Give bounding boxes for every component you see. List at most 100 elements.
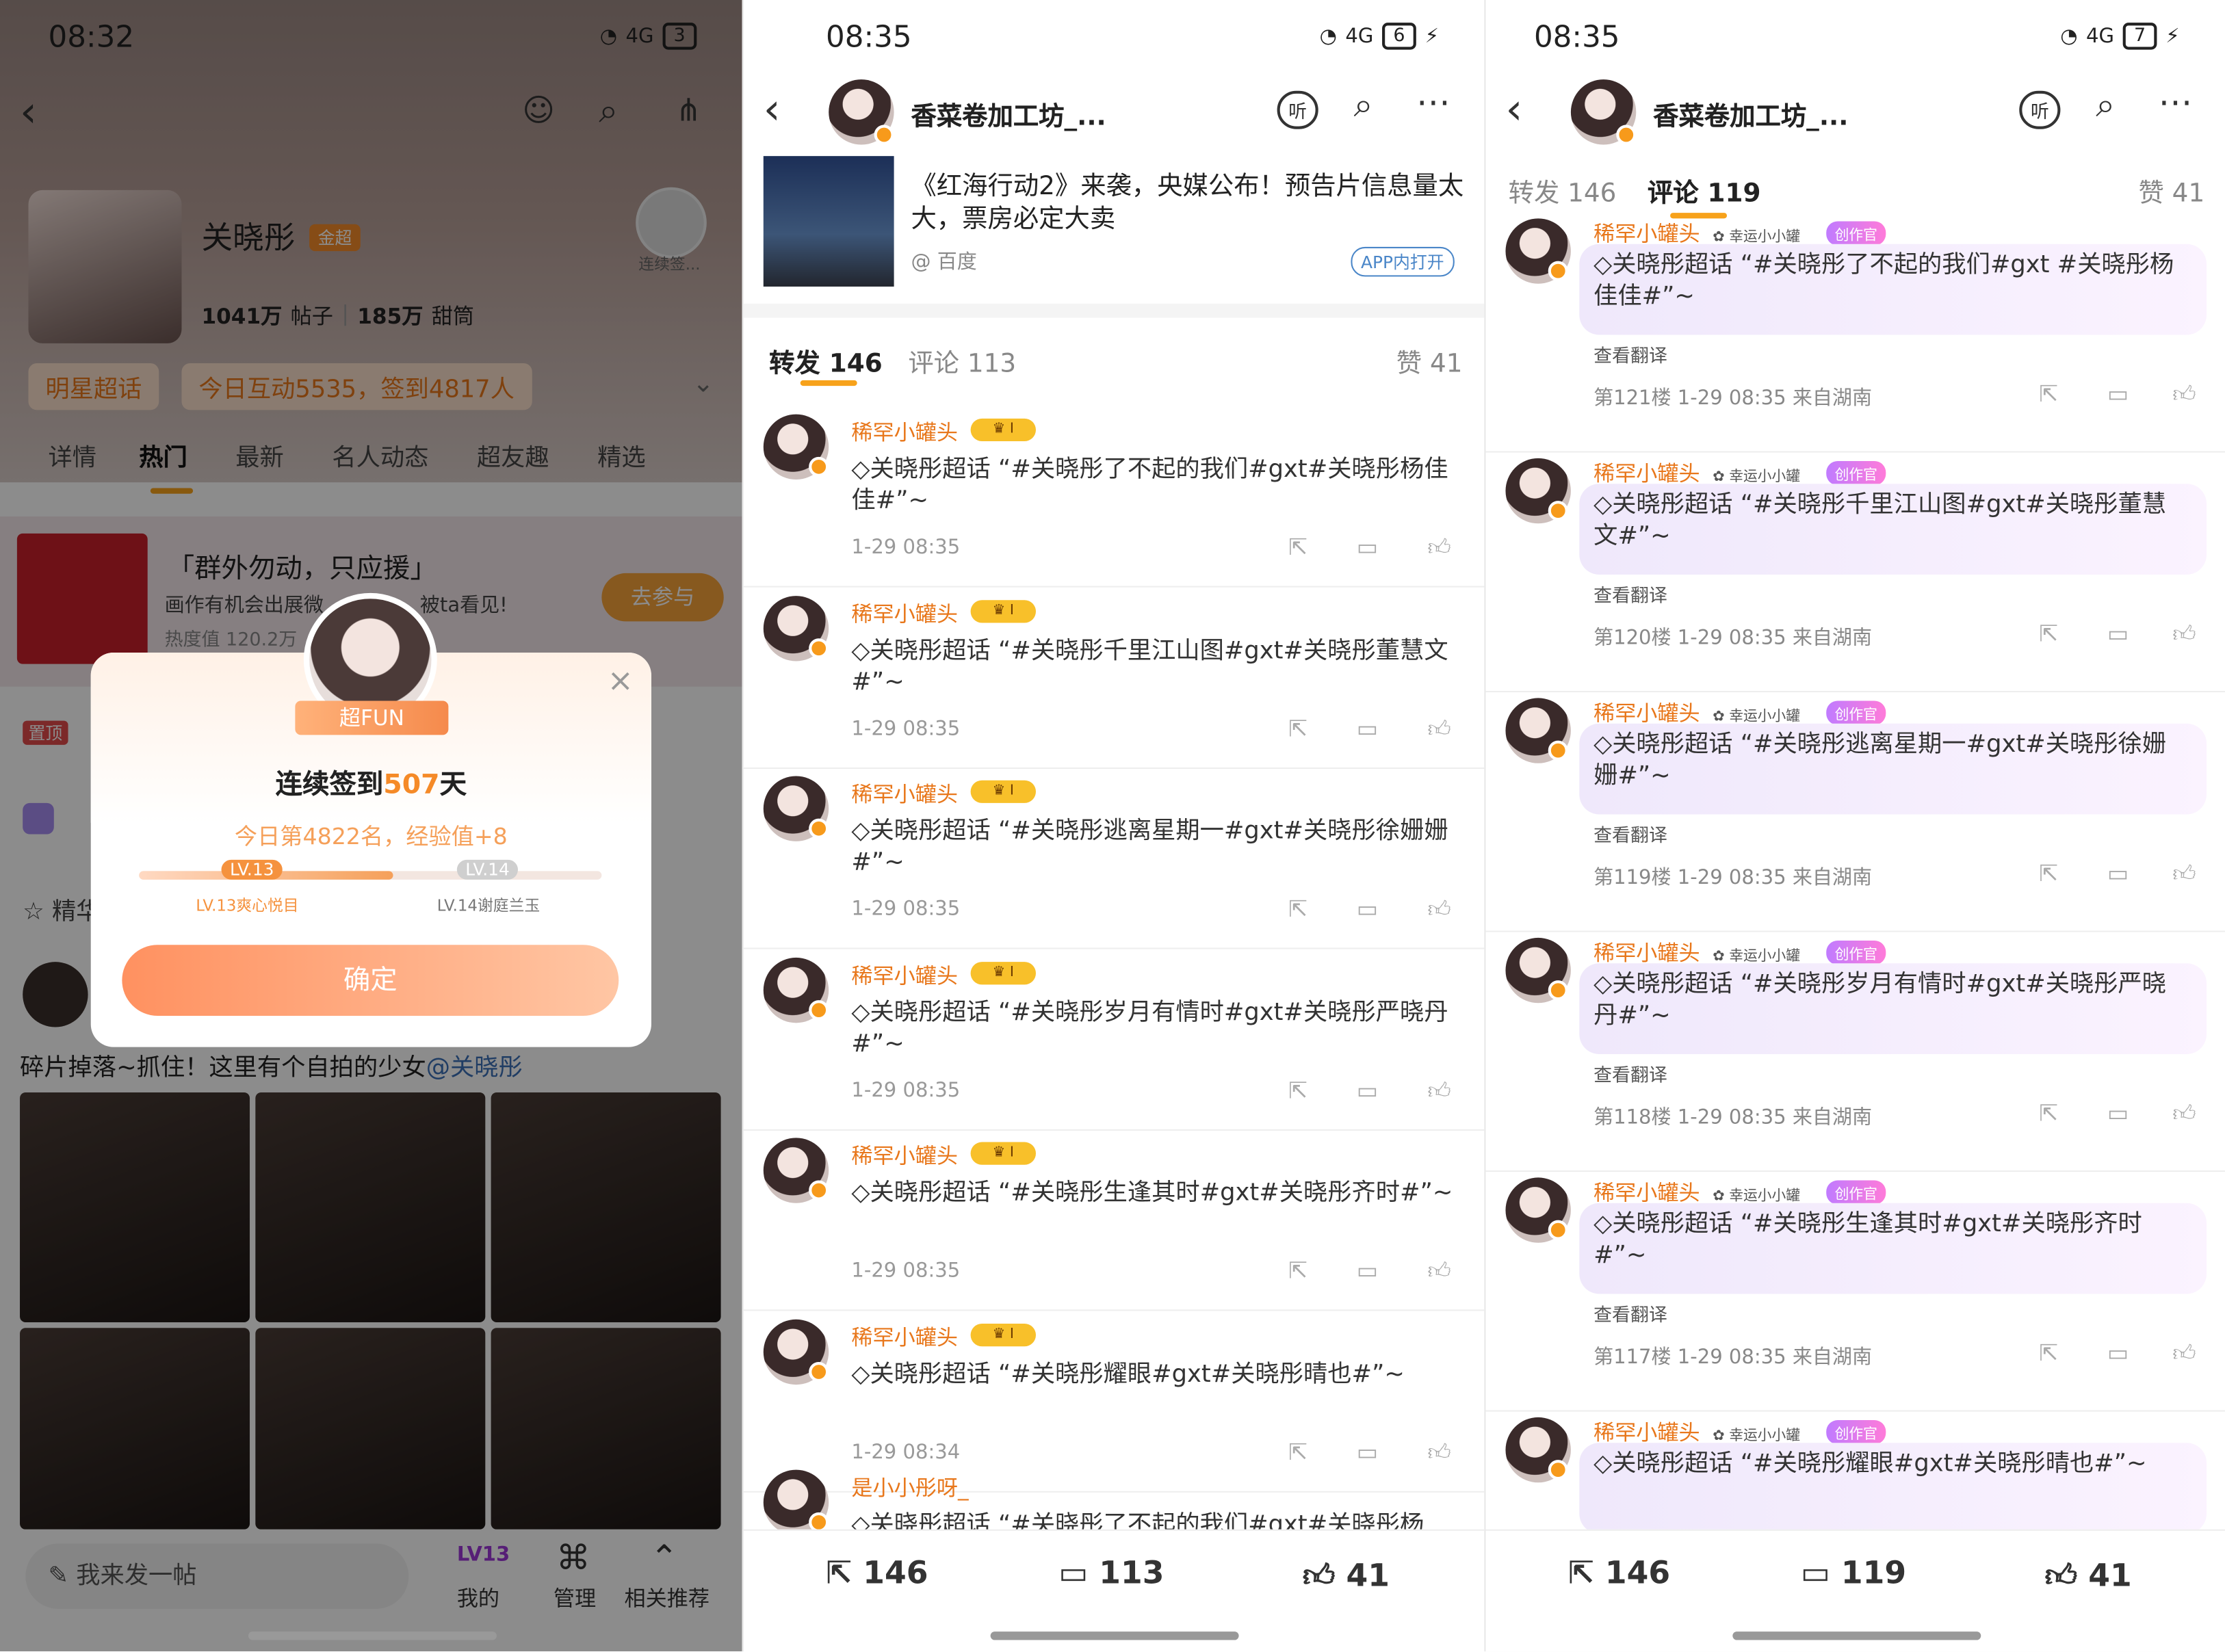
panel-reposts: 08:35 ◔ 4G 6 ⚡ ‹ 香菜卷加工坊_... 听 ⌕ ⋯ 《红海行动2》来袭… (742, 0, 1485, 1652)
listen-icon[interactable]: 听 (2019, 90, 2061, 129)
comment-text: ◇关晓彤超话 “#关晓彤了不起的我们#gxt #关晓彤杨佳佳#”~ (1593, 250, 2189, 312)
like-action[interactable]: 👍︎ 41 (1303, 1556, 1390, 1595)
repost-item[interactable]: 稀罕小罐头 ♛ I ◇关晓彤超话 “#关晓彤千里江山图#gxt#关晓彤董慧文#”~ 1… (743, 588, 1485, 770)
thumb-up-icon[interactable]: 👍︎ (1427, 1077, 1451, 1105)
comment-action[interactable]: ▭ 113 (1058, 1556, 1164, 1592)
comment-icon[interactable]: ▭ (1357, 1077, 1378, 1103)
repost-user[interactable]: 稀罕小罐头 (851, 417, 958, 447)
reply-icon[interactable]: ▭ (2107, 860, 2129, 887)
thumb-up-icon: 👍︎ (1302, 1559, 1336, 1595)
like-count: 41 (1346, 1559, 1390, 1595)
topic-icon: ◇ (851, 1179, 870, 1207)
crown-badge-icon: ♛ I (970, 962, 1037, 985)
tab-reposts[interactable]: 转发 146 (769, 343, 883, 380)
tab-likes[interactable]: 赞 41 (2138, 173, 2204, 210)
share-icon[interactable]: ⇱ (1288, 1077, 1307, 1103)
verified-icon (1548, 1460, 1568, 1480)
comment-icon[interactable]: ▭ (1357, 715, 1378, 742)
open-in-app-button[interactable]: APP内打开 (1351, 246, 1455, 277)
comment-item[interactable]: 稀罕小罐头 ✿ 幸运小小罐 创作官 ◇关晓彤超话 “#关晓彤生逢其时#gxt#关晓彤齐… (1485, 1172, 2225, 1412)
comment-item[interactable]: 稀罕小罐头 ✿ 幸运小小罐 创作官 ◇关晓彤超话 “#关晓彤千里江山图#gxt#关晓彤… (1485, 453, 2225, 693)
comment-icon[interactable]: ▭ (1357, 895, 1378, 922)
like-action[interactable]: 👍︎ 41 (2045, 1556, 2132, 1595)
verified-icon (809, 456, 829, 477)
thumb-up-icon[interactable]: 👍︎ (1427, 895, 1451, 923)
fan-label: 幸运小小罐 (1729, 709, 1801, 725)
repost-user[interactable]: 稀罕小罐头 (851, 1322, 958, 1352)
more-icon[interactable]: ⋯ (2159, 82, 2193, 122)
listen-icon[interactable]: 听 (1277, 90, 1318, 129)
tab-likes[interactable]: 赞 41 (1396, 343, 1463, 380)
thumb-up-icon[interactable]: 👍︎ (1427, 715, 1451, 743)
translate-link[interactable]: 查看翻译 (1593, 1060, 1667, 1087)
back-icon[interactable]: ‹ (764, 85, 781, 135)
thumb-up-icon[interactable]: 👍︎ (2172, 1339, 2196, 1367)
comment-meta: 第120楼 1-29 08:35 来自湖南 (1593, 627, 1873, 650)
repost-item[interactable]: 稀罕小罐头 ♛ I ◇关晓彤超话 “#关晓彤岁月有情时#gxt#关晓彤严晓丹#”~ 1… (743, 949, 1485, 1131)
comment-item[interactable]: 稀罕小罐头 ✿ 幸运小小罐 创作官 ◇关晓彤超话 “#关晓彤岁月有情时#gxt#关晓彤… (1485, 932, 2225, 1172)
comment-action[interactable]: ▭ 119 (1801, 1556, 1906, 1592)
repost-user[interactable]: 是小小彤呀_ (851, 1473, 968, 1503)
thumb-up-icon[interactable]: 👍︎ (1427, 534, 1451, 562)
close-icon[interactable]: × (608, 664, 634, 700)
repost-user[interactable]: 稀罕小罐头 (851, 779, 958, 809)
translate-link[interactable]: 查看翻译 (1593, 580, 1667, 607)
wifi-icon: ◔ (2060, 25, 2078, 48)
comment-text-body: 关晓彤超话 “#关晓彤岁月有情时#gxt#关晓彤严晓丹#”~ (1593, 970, 2167, 1030)
repost-user[interactable]: 稀罕小罐头 (851, 960, 958, 991)
crown-badge-icon: ♛ I (970, 780, 1037, 803)
repost-item[interactable]: 稀罕小罐头 ♛ I ◇关晓彤超话 “#关晓彤生逢其时#gxt#关晓彤齐时#”~ 1-2… (743, 1129, 1485, 1311)
status-icons: ◔ 4G 7 ⚡ (2060, 23, 2180, 50)
thumb-up-icon[interactable]: 👍︎ (2172, 380, 2196, 408)
tab-reposts[interactable]: 转发 146 (1509, 173, 1617, 210)
fan-badge: ✿ 幸运小小罐 (1713, 704, 1800, 725)
repost-text-body: 关晓彤超话 “#关晓彤千里江山图#gxt#关晓彤董慧文#”~ (851, 637, 1448, 697)
repost-item[interactable]: 稀罕小罐头 ♛ I ◇关晓彤超话 “#关晓彤了不起的我们#gxt#关晓彤杨佳佳#”~… (743, 406, 1485, 588)
account-name[interactable]: 香菜卷加工坊_... (911, 96, 1106, 133)
share-icon[interactable]: ⇱ (2039, 380, 2058, 407)
search-icon[interactable]: ⌕ (2096, 85, 2115, 124)
reply-icon[interactable]: ▭ (2107, 1339, 2129, 1366)
share-icon[interactable]: ⇱ (1288, 895, 1307, 922)
post-header: ‹ 香菜卷加工坊_... 听 ⌕ ⋯ (1485, 77, 2225, 150)
repost-user[interactable]: 稀罕小罐头 (851, 599, 958, 629)
back-icon[interactable]: ‹ (1505, 85, 1522, 135)
repost-action[interactable]: ⇱ 146 (1568, 1556, 1670, 1592)
more-icon[interactable]: ⋯ (1416, 82, 1450, 122)
thumb-up-icon[interactable]: 👍︎ (2172, 620, 2196, 648)
tab-comments[interactable]: 评论 119 (1648, 173, 1761, 210)
repost-item[interactable]: 稀罕小罐头 ♛ I ◇关晓彤超话 “#关晓彤逃离星期一#gxt#关晓彤徐姗姗#”~ 1… (743, 768, 1485, 949)
comment-text: ◇关晓彤超话 “#关晓彤生逢其时#gxt#关晓彤齐时#”~ (1593, 1209, 2189, 1271)
thumb-up-icon[interactable]: 👍︎ (2172, 1099, 2196, 1127)
account-name[interactable]: 香菜卷加工坊_... (1653, 96, 1848, 133)
comment-meta: 第119楼 1-29 08:35 来自湖南 (1593, 867, 1873, 890)
repost-user[interactable]: 稀罕小罐头 (851, 1140, 958, 1170)
search-icon[interactable]: ⌕ (1354, 85, 1373, 124)
reply-icon[interactable]: ▭ (2107, 1099, 2129, 1126)
share-icon[interactable]: ⇱ (2039, 1339, 2058, 1366)
repost-text: ◇关晓彤超话 “#关晓彤千里江山图#gxt#关晓彤董慧文#”~ (851, 635, 1461, 698)
translate-link[interactable]: 查看翻译 (1593, 341, 1667, 367)
thumb-up-icon[interactable]: 👍︎ (1427, 1257, 1451, 1285)
confirm-button[interactable]: 确定 (122, 945, 619, 1016)
comment-item[interactable]: 稀罕小罐头 ✿ 幸运小小罐 创作官 ◇关晓彤超话 “#关晓彤逃离星期一#gxt#关晓彤… (1485, 692, 2225, 932)
article-thumbnail[interactable] (763, 156, 894, 287)
thumb-up-icon: 👍︎ (2044, 1559, 2078, 1595)
repost-action[interactable]: ⇱ 146 (826, 1556, 928, 1592)
share-icon[interactable]: ⇱ (1288, 715, 1307, 742)
tab-comments[interactable]: 评论 113 (908, 343, 1016, 380)
share-icon[interactable]: ⇱ (2039, 1099, 2058, 1126)
comment-icon[interactable]: ▭ (1357, 534, 1378, 560)
translate-link[interactable]: 查看翻译 (1593, 820, 1667, 847)
comment-icon[interactable]: ▭ (1357, 1257, 1378, 1284)
share-icon[interactable]: ⇱ (2039, 620, 2058, 646)
share-icon[interactable]: ⇱ (1288, 534, 1307, 560)
comment-item[interactable]: 稀罕小罐头 ✿ 幸运小小罐 创作官 ◇关晓彤超话 “#关晓彤了不起的我们#gxt #关… (1485, 213, 2225, 453)
thumb-up-icon[interactable]: 👍︎ (2172, 860, 2196, 888)
share-icon[interactable]: ⇱ (1288, 1257, 1307, 1284)
reply-icon[interactable]: ▭ (2107, 380, 2129, 407)
translate-link[interactable]: 查看翻译 (1593, 1300, 1667, 1326)
article-title[interactable]: 《红海行动2》来袭，央媒公布！预告片信息量太大，票房必定大卖 (911, 170, 1467, 235)
reply-icon[interactable]: ▭ (2107, 620, 2129, 646)
share-icon[interactable]: ⇱ (2039, 860, 2058, 887)
